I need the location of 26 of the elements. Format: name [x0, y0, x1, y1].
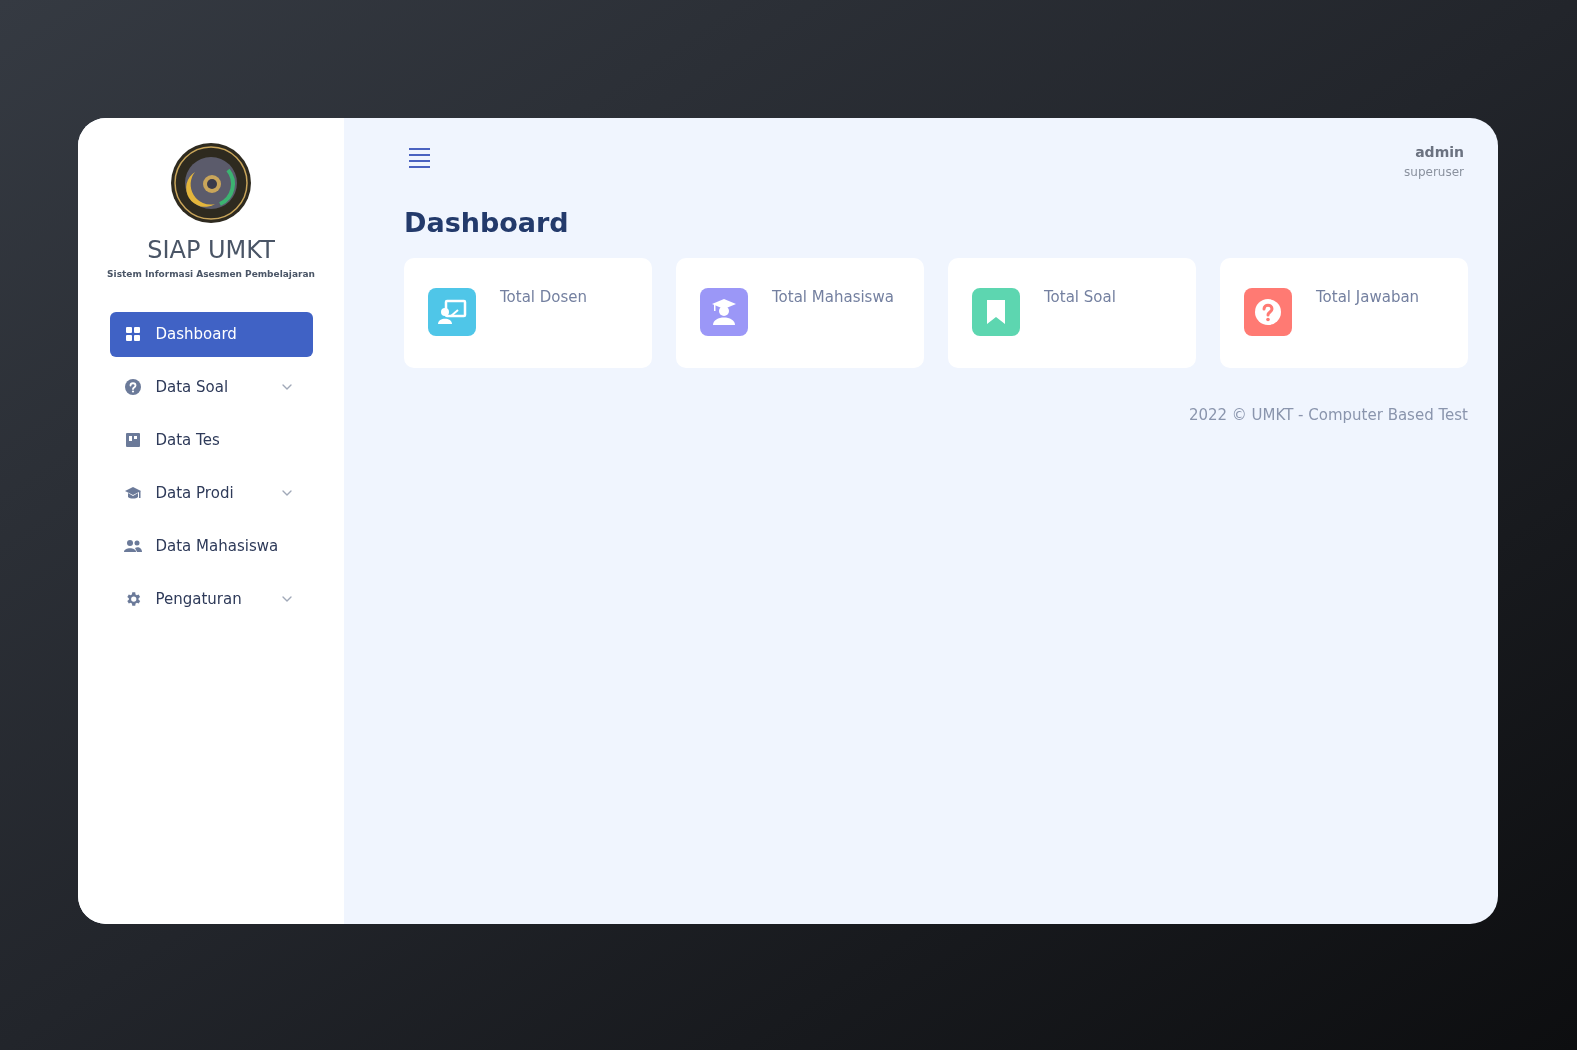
user-role: superuser — [1404, 164, 1464, 181]
footer-text: 2022 © UMKT - Computer Based Test — [1187, 404, 1468, 426]
bookmark-icon — [986, 298, 1006, 325]
users-icon — [123, 539, 142, 553]
sidebar-item[interactable]: Data Prodi — [109, 470, 313, 516]
sidebar-item[interactable]: Data Mahasiswa — [109, 523, 313, 569]
calendar-icon — [124, 432, 141, 448]
grid-icon — [124, 326, 141, 342]
question-icon — [123, 378, 142, 396]
page-title: Dashboard — [404, 206, 570, 240]
graduate-icon — [710, 297, 738, 326]
sidebar-item[interactable]: Data Soal — [109, 364, 313, 410]
question-icon — [1254, 297, 1282, 326]
app-subtitle: Sistem Informasi Asesmen Pembelajaran — [107, 268, 315, 281]
menu-icon[interactable] — [409, 148, 430, 168]
stat-label: Total Dosen — [500, 286, 588, 308]
stat-label: Total Soal — [1044, 286, 1116, 308]
presentation-icon — [437, 298, 467, 325]
sidebar-item[interactable]: Pengaturan — [109, 576, 313, 622]
sidebar-item[interactable]: Data Tes — [109, 417, 313, 463]
stat-label: Total Jawaban — [1316, 286, 1420, 308]
user-name: admin — [1415, 143, 1464, 162]
stat-label: Total Mahasiswa — [772, 286, 894, 308]
app-title: SIAP UMKT — [147, 236, 275, 264]
graduation-cap-icon — [123, 485, 142, 501]
sidebar-item[interactable]: Dashboard — [109, 311, 313, 357]
